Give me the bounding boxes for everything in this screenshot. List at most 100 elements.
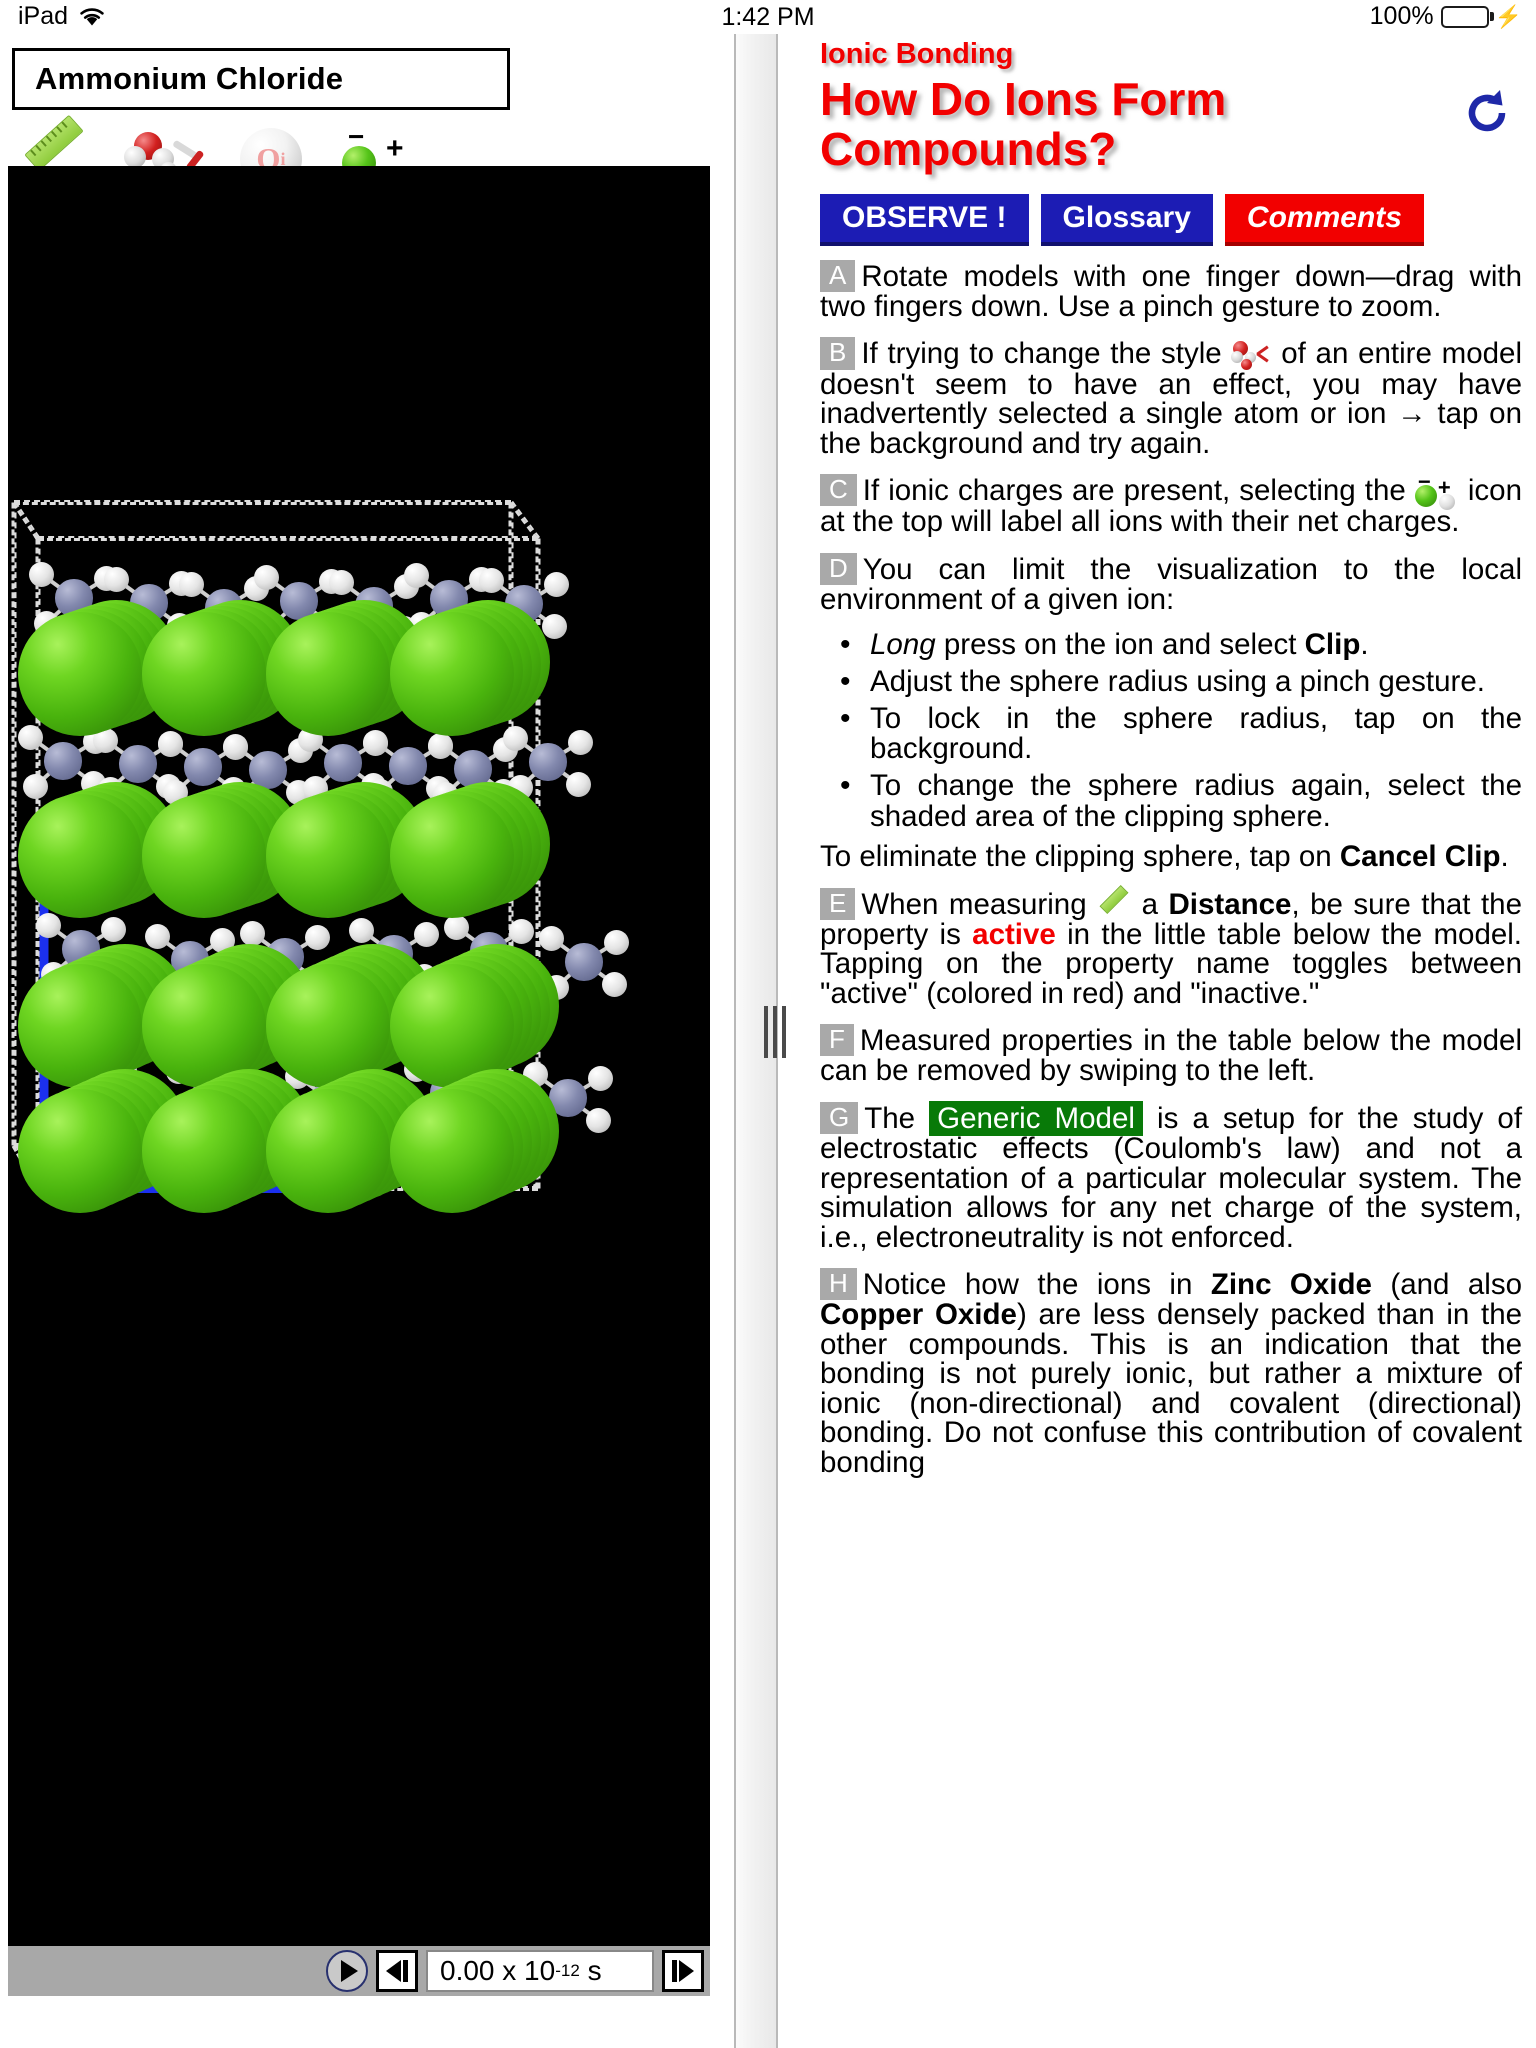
hydrogen-atom[interactable] [363,729,389,755]
hydrogen-atom[interactable] [329,569,355,595]
hydrogen-atom[interactable] [158,730,184,756]
hydrogen-atom[interactable] [539,925,565,951]
hydrogen-atom[interactable] [100,916,126,942]
hydrogen-atom[interactable] [179,571,205,597]
hydrogen-atom[interactable] [543,571,569,597]
molecular-viewport[interactable] [8,166,710,1946]
paragraph-d: D You can limit the visualization to the … [820,552,1522,616]
paragraph-d-closing: To eliminate the clipping sphere, tap on… [820,842,1522,872]
battery-full-charging-icon: ⚡ [1440,5,1522,28]
paragraph-c-text-1: If ionic charges are present, selecting … [862,474,1415,508]
model-title-field[interactable]: Ammonium Chloride [12,48,510,110]
chloride-ion[interactable] [18,612,142,736]
hydrogen-atom[interactable] [29,561,55,587]
hydrogen-atom[interactable] [404,562,430,588]
chloride-ion[interactable] [142,1089,266,1213]
chloride-ion[interactable] [390,612,514,736]
hydrogen-atom[interactable] [304,924,330,950]
paragraph-e-seg1: When measuring [861,887,1098,921]
hydrogen-atom[interactable] [145,923,171,949]
paragraph-f-text: Measured properties in the table below t… [820,1024,1522,1088]
nitrogen-atom[interactable] [44,742,82,780]
chloride-ion[interactable] [18,1089,142,1213]
hydrogen-atom[interactable] [428,732,454,758]
generic-model-highlight[interactable]: Generic Model [929,1100,1143,1136]
paragraph-d-closing-1: To eliminate the clipping sphere, tap on [820,840,1340,874]
drag-handle-icon[interactable] [764,1004,792,1060]
paragraph-b-text-1: If trying to change the style [861,337,1232,371]
nitrogen-atom[interactable] [565,943,603,981]
paragraph-h-seg1: Notice how the ions in [862,1268,1211,1302]
paragraph-d-closing-2: . [1500,840,1509,874]
play-button[interactable] [326,1950,368,1992]
hydrogen-atom[interactable] [603,929,629,955]
chloride-ion[interactable] [142,612,266,736]
hydrogen-atom[interactable] [586,1107,612,1133]
app-root: iPad 1:42 PM 100% ⚡ Ammonium Chloride Q … [0,0,1536,2048]
kicker-text: Ionic Bonding [820,38,1014,70]
hydrogen-atom[interactable] [104,566,130,592]
hydrogen-atom[interactable] [240,920,266,946]
bullet-1-bold: Clip [1304,628,1361,662]
nitrogen-atom[interactable] [529,743,567,781]
chloride-ion[interactable] [18,794,142,918]
bullet-1-text: press on the ion and select [935,628,1305,662]
paragraph-h-seg2: (and also [1371,1268,1522,1302]
list-item: To lock in the sphere radius, tap on the… [820,703,1522,765]
hydrogen-atom[interactable] [503,725,529,751]
hydrogen-atom[interactable] [22,773,48,799]
paragraph-d-closing-bold: Cancel Clip [1339,840,1501,874]
comments-button[interactable]: Comments [1224,194,1424,242]
hydrogen-atom[interactable] [542,613,568,639]
reload-icon[interactable] [1460,86,1514,140]
hydrogen-atom[interactable] [18,724,44,750]
paragraph-h-bold2: Copper Oxide [820,1298,1017,1332]
chloride-ion[interactable] [266,612,390,736]
hydrogen-atom[interactable] [413,921,439,947]
paragraph-d-text: You can limit the visualization to the l… [820,552,1522,616]
chloride-ion[interactable] [390,1089,514,1213]
chloride-ion[interactable] [390,794,514,918]
paragraph-e-bold1: Distance [1168,887,1292,921]
ios-status-bar: iPad 1:42 PM 100% ⚡ [0,0,1536,34]
bullet-1-tail: . [1360,628,1369,662]
hydrogen-atom[interactable] [587,1065,613,1091]
chloride-ion[interactable] [142,794,266,918]
chloride-ion[interactable] [266,794,390,918]
nitrogen-atom[interactable] [324,744,362,782]
panel-splitter [716,34,806,2048]
paragraph-c: C If ionic charges are present, selecting… [820,471,1522,537]
model-style-icon [1231,341,1271,371]
hydrogen-atom[interactable] [602,971,628,997]
hydrogen-atom[interactable] [479,567,505,593]
hydrogen-atom[interactable] [254,564,280,590]
glossary-button[interactable]: Glossary [1040,194,1213,242]
hydrogen-atom[interactable] [566,771,592,797]
step-forward-button[interactable] [662,1950,704,1992]
observe-button[interactable]: OBSERVE ! [820,194,1029,242]
hydrogen-atom[interactable] [567,729,593,755]
nitrogen-atom[interactable] [119,745,157,783]
nav-button-row: OBSERVE ! Glossary Comments [806,174,1536,254]
simulation-time-field[interactable]: 0.00 x 10 -12 s [426,1950,654,1992]
paragraph-a: A Rotate models with one finger down—drag… [820,259,1522,322]
animation-player-bar: 0.00 x 10 -12 s [8,1946,710,1996]
hydrogen-atom[interactable] [349,917,375,943]
hydrogen-atom[interactable] [508,918,534,944]
paragraph-g: G The Generic Model is a setup for the st… [820,1100,1522,1252]
nitrogen-atom[interactable] [184,748,222,786]
chloride-ion[interactable] [266,1089,390,1213]
hydrogen-atom[interactable] [223,733,249,759]
splitter-bar[interactable] [734,34,786,2048]
bullet-1-lead: Long [870,628,936,662]
paragraph-tag-d: D [820,552,857,585]
measure-ruler-icon [24,114,84,172]
hydrogen-atom[interactable] [36,912,62,938]
hydrogen-atom[interactable] [444,914,470,940]
step-back-button[interactable] [376,1950,418,1992]
instructions-panel[interactable]: Ionic Bonding How Do Ions Form Compounds… [806,34,1536,2048]
clock: 1:42 PM [721,3,815,31]
instructions-body: A Rotate models with one finger down—drag… [806,254,1536,1477]
nitrogen-atom[interactable] [389,747,427,785]
paragraph-tag-e: E [820,887,856,920]
